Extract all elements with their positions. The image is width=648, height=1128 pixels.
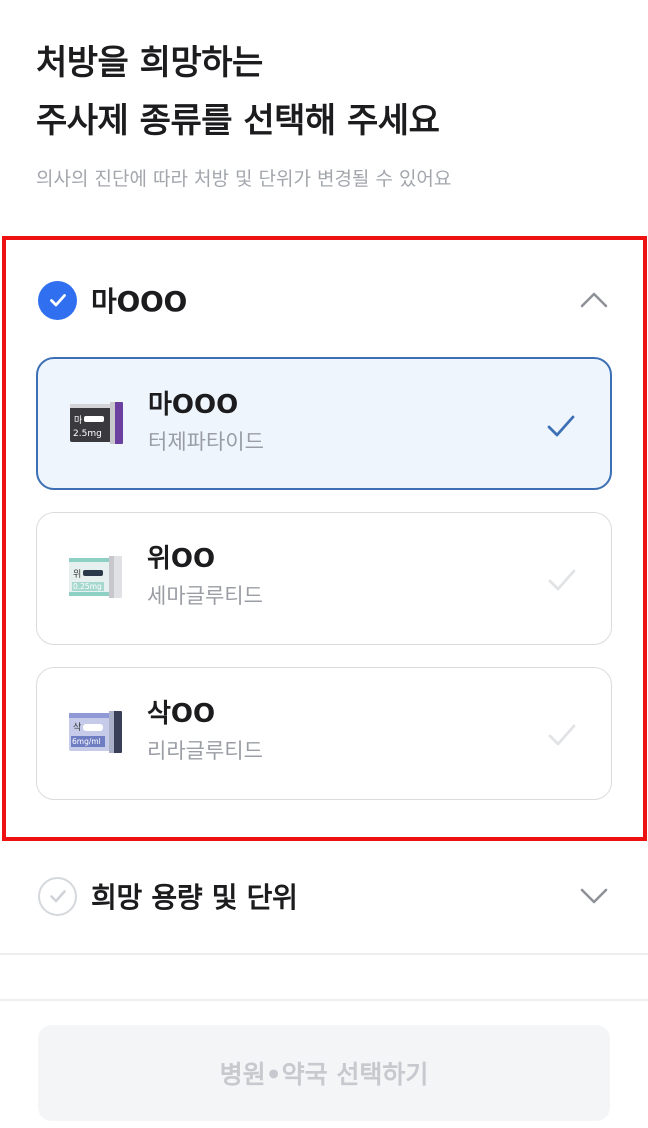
thumb-label-text: 위 bbox=[73, 569, 81, 580]
option-name: 위OO bbox=[147, 544, 216, 574]
page-title-line-2: 주사제 종류를 선택해 주세요 bbox=[36, 101, 440, 141]
page-title-line-1: 처방을 희망하는 bbox=[36, 43, 263, 83]
injection-option-1[interactable]: 마 2.5mg 마OOO 터제파타이드 bbox=[36, 357, 612, 490]
prescription-select-screen: 처방을 희망하는 주사제 종류를 선택해 주세요 의사의 진단에 따라 처방 및… bbox=[0, 0, 648, 1128]
injection-pen-thumbnail: 위 0.25mg bbox=[67, 555, 125, 601]
option-ingredient: 터제파타이드 bbox=[148, 430, 264, 454]
footer-divider bbox=[0, 999, 648, 1001]
select-hospital-pharmacy-button[interactable]: 병원•약국 선택하기 bbox=[38, 1025, 610, 1121]
checkmark-unselected-icon bbox=[545, 563, 579, 597]
thumb-dose-text: 2.5mg bbox=[73, 429, 102, 439]
dose-section-header[interactable]: 희망 용량 및 단위 bbox=[38, 876, 610, 916]
page-title: 처방을 희망하는 주사제 종류를 선택해 주세요 bbox=[36, 34, 616, 150]
injection-pen-thumbnail: 삭 6mg/ml bbox=[67, 710, 125, 756]
chevron-down-icon[interactable] bbox=[578, 880, 610, 912]
injection-option-3[interactable]: 삭 6mg/ml 삭OO 리라글루티드 bbox=[36, 667, 612, 800]
option-text-block: 위OO 세마글루티드 bbox=[147, 541, 263, 613]
injection-section-title: 마OOO bbox=[91, 285, 187, 318]
option-ingredient: 세마글루티드 bbox=[147, 584, 263, 608]
thumb-label-text: 마 bbox=[74, 415, 83, 426]
injection-option-2[interactable]: 위 0.25mg 위OO 세마글루티드 bbox=[36, 512, 612, 645]
option-ingredient: 리라글루티드 bbox=[147, 739, 263, 763]
option-name: 삭OO bbox=[147, 699, 216, 729]
injection-section-header[interactable]: 마OOO bbox=[38, 280, 610, 320]
check-circle-outline-icon bbox=[38, 876, 77, 916]
thumb-label-text: 삭 bbox=[73, 722, 81, 733]
chevron-up-icon[interactable] bbox=[578, 284, 610, 316]
option-name: 마OOO bbox=[148, 390, 239, 420]
section-divider bbox=[0, 953, 648, 955]
checkmark-selected-icon bbox=[544, 409, 578, 443]
checkmark-unselected-icon bbox=[545, 718, 579, 752]
injection-pen-thumbnail: 마 2.5mg bbox=[68, 401, 126, 447]
option-text-block: 삭OO 리라글루티드 bbox=[147, 696, 263, 768]
option-text-block: 마OOO 터제파타이드 bbox=[148, 387, 264, 459]
page-subtitle: 의사의 진단에 따라 처방 및 단위가 변경될 수 있어요 bbox=[36, 168, 452, 190]
check-circle-filled-icon bbox=[38, 280, 77, 320]
dose-section-title: 희망 용량 및 단위 bbox=[91, 881, 298, 914]
thumb-dose-text: 6mg/ml bbox=[72, 737, 101, 746]
thumb-dose-text: 0.25mg bbox=[73, 582, 102, 591]
